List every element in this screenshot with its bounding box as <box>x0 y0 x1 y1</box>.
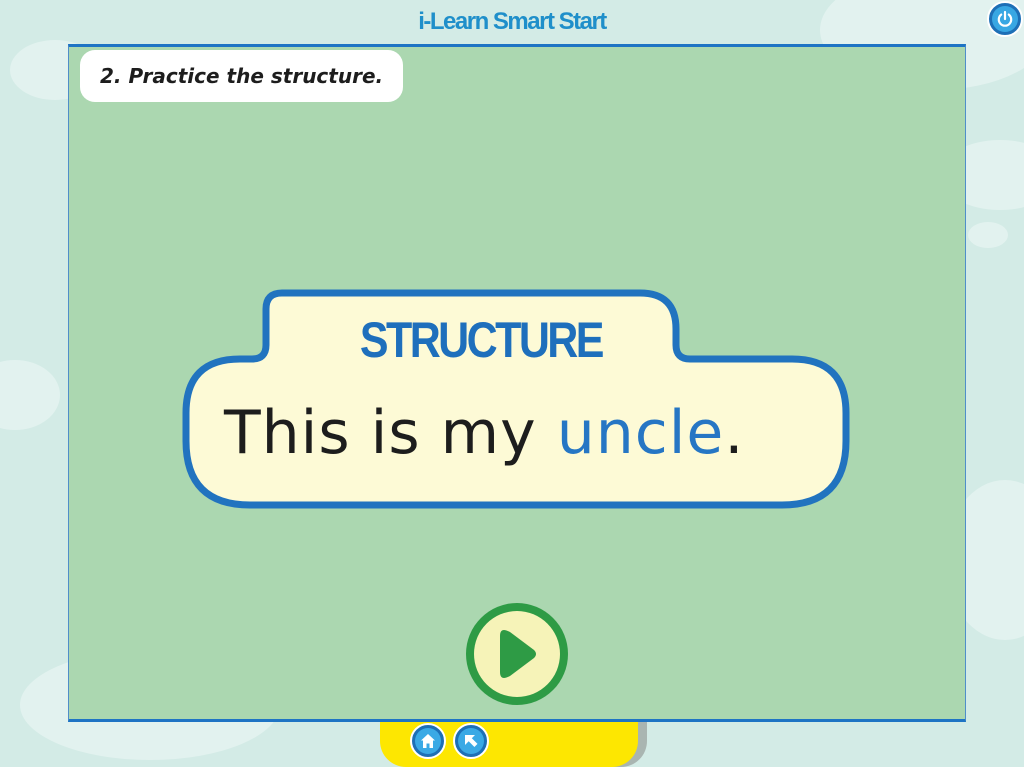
app-title: i-Learn Smart Start <box>418 8 607 35</box>
home-button[interactable] <box>410 723 446 759</box>
structure-title: STRUCTURE <box>359 312 605 368</box>
play-button[interactable] <box>466 603 568 705</box>
sentence-punctuation: . <box>724 398 745 468</box>
sentence-highlight-word: uncle <box>556 398 725 468</box>
instruction-label: 2. Practice the structure. <box>80 50 404 102</box>
power-button[interactable] <box>987 1 1023 37</box>
background-cloud <box>968 222 1008 248</box>
background-cloud <box>0 360 60 430</box>
structure-sentence: This is my uncle. <box>224 396 744 470</box>
back-arrow-icon <box>458 728 484 754</box>
play-icon <box>474 611 560 697</box>
back-button[interactable] <box>453 723 489 759</box>
home-icon <box>415 728 441 754</box>
sentence-text: This is my <box>224 398 557 468</box>
power-icon <box>992 6 1018 32</box>
